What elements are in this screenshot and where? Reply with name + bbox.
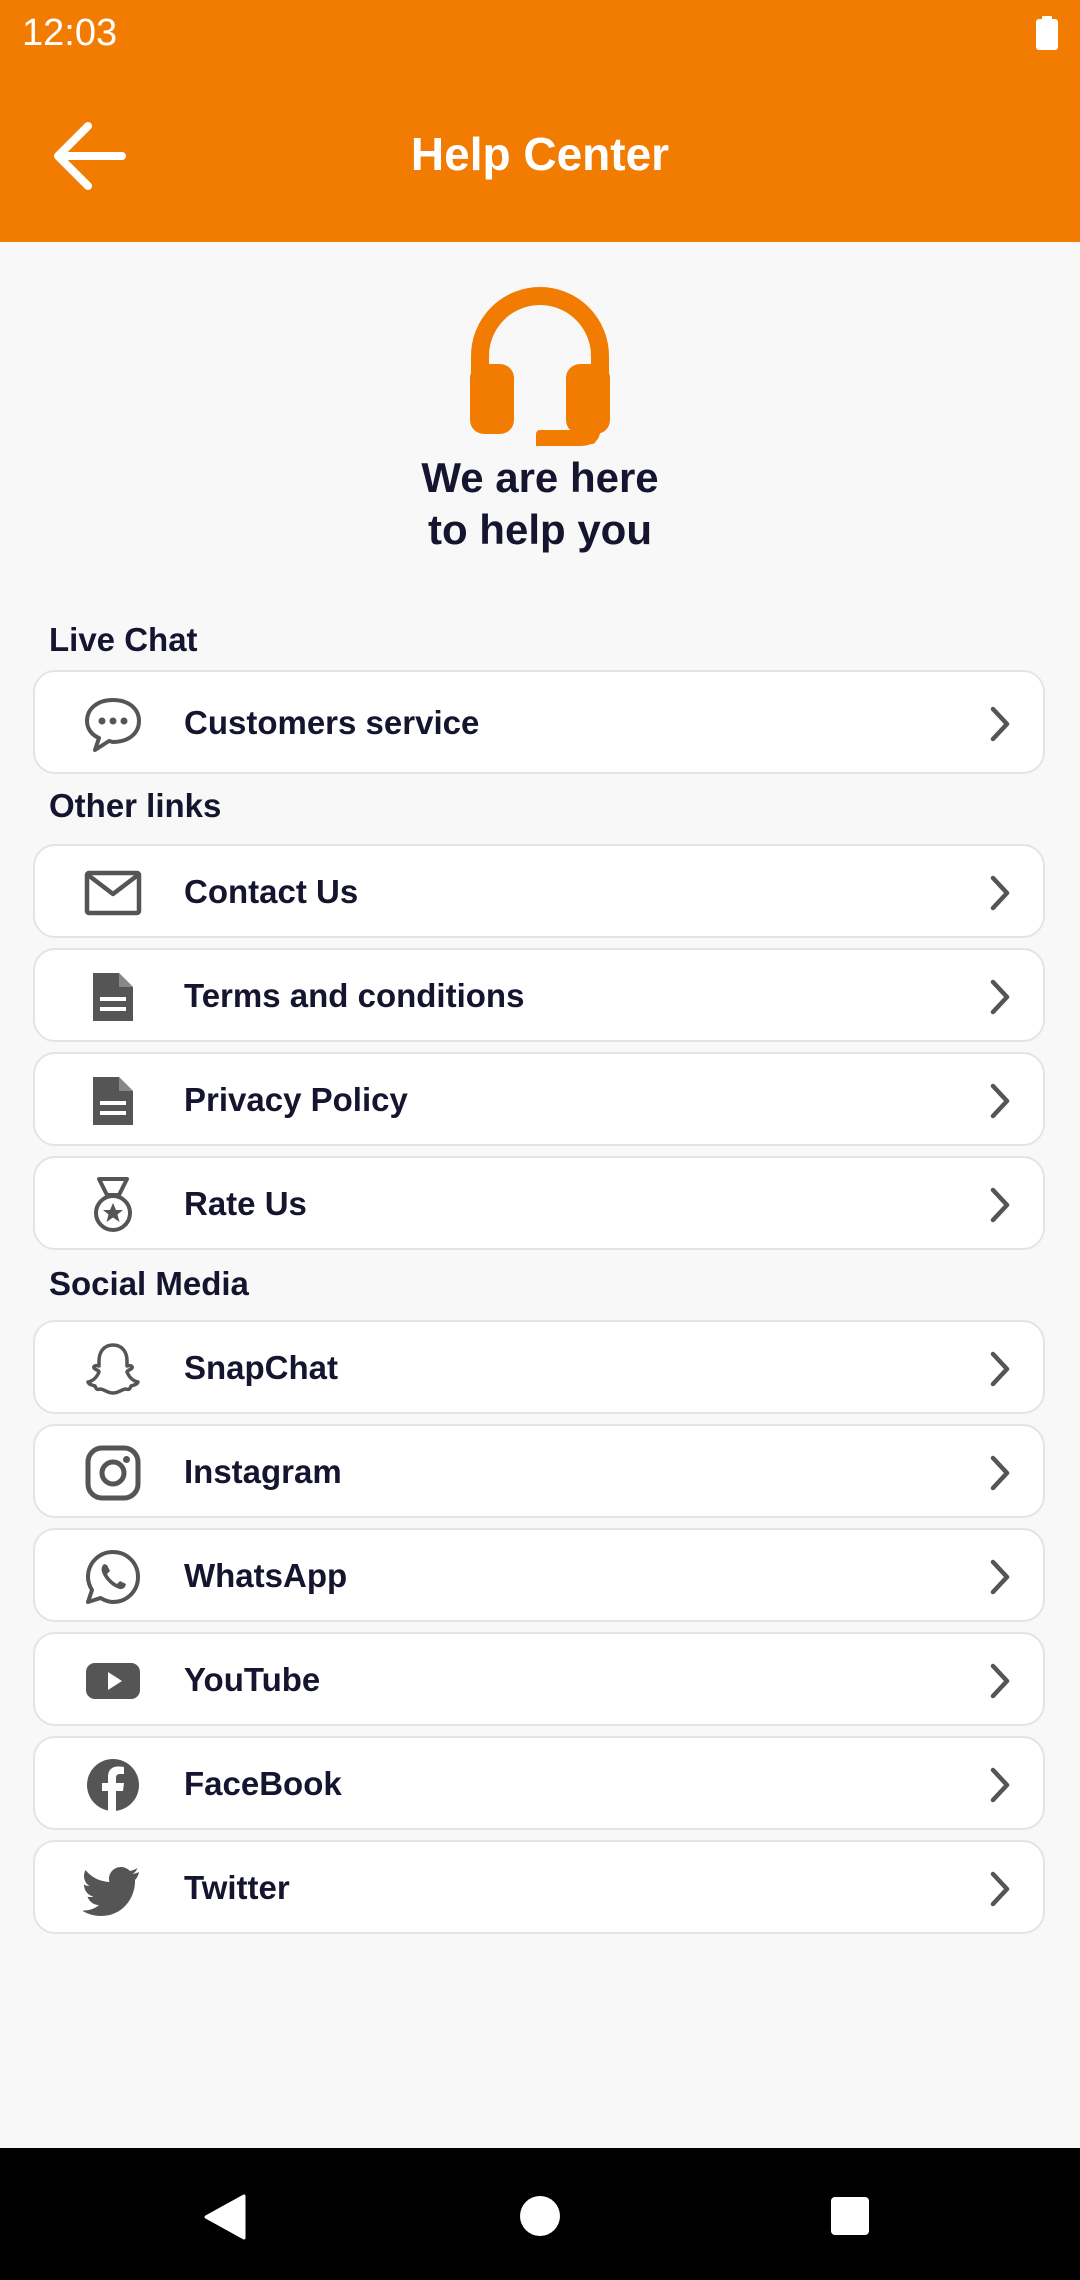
mail-icon [84, 870, 142, 916]
row-instagram[interactable]: Instagram [33, 1424, 1045, 1518]
section-title-other-links: Other links [49, 787, 222, 824]
row-label: Contact Us [184, 873, 359, 910]
row-label: SnapChat [184, 1349, 339, 1386]
hero-line-1: We are here [421, 454, 659, 501]
row-snapchat[interactable]: SnapChat [33, 1320, 1045, 1414]
system-navigation-bar [0, 2148, 1080, 2280]
chevron-right-icon [990, 1455, 1010, 1491]
row-label: Twitter [184, 1869, 290, 1906]
chevron-right-icon [990, 1767, 1010, 1803]
row-facebook[interactable]: FaceBook [33, 1736, 1045, 1830]
status-time: 12:03 [22, 12, 118, 54]
chevron-right-icon [990, 1083, 1010, 1119]
row-contact-us[interactable]: Contact Us [33, 844, 1045, 938]
twitter-icon [83, 1867, 139, 1916]
nav-home-icon[interactable] [518, 2194, 562, 2238]
row-label: Privacy Policy [184, 1081, 408, 1118]
row-label: FaceBook [184, 1765, 342, 1802]
page-title: Help Center [410, 128, 670, 180]
row-terms-and-conditions[interactable]: Terms and conditions [33, 948, 1045, 1042]
chevron-right-icon [990, 1187, 1010, 1223]
facebook-icon [87, 1759, 139, 1811]
nav-back-icon[interactable] [202, 2194, 248, 2240]
chevron-right-icon [990, 1663, 1010, 1699]
whatsapp-icon [86, 1550, 140, 1604]
chevron-right-icon [990, 1351, 1010, 1387]
battery-icon [1036, 16, 1058, 50]
row-rate-us[interactable]: Rate Us [33, 1156, 1045, 1250]
status-bar: 12:03 [0, 0, 1080, 66]
row-youtube[interactable]: YouTube [33, 1632, 1045, 1726]
section-title-live-chat: Live Chat [49, 621, 198, 658]
chevron-right-icon [990, 706, 1010, 742]
headset-icon [470, 287, 610, 446]
app-bar: Help Center [0, 66, 1080, 242]
row-privacy-policy[interactable]: Privacy Policy [33, 1052, 1045, 1146]
hero-heading: We are here to help you [240, 452, 840, 556]
snapchat-icon [86, 1343, 140, 1395]
row-whatsapp[interactable]: WhatsApp [33, 1528, 1045, 1622]
row-customers-service[interactable]: Customers service [33, 670, 1045, 774]
document-icon [93, 1077, 133, 1125]
chevron-right-icon [990, 1559, 1010, 1595]
medal-icon [94, 1177, 132, 1232]
row-label: WhatsApp [184, 1557, 348, 1594]
hero-line-2: to help you [428, 506, 652, 553]
chevron-right-icon [990, 875, 1010, 911]
row-label: Customers service [184, 704, 480, 741]
instagram-icon [85, 1445, 141, 1501]
row-label: Rate Us [184, 1185, 307, 1222]
row-label: Terms and conditions [184, 977, 525, 1014]
youtube-icon [86, 1663, 140, 1699]
chevron-right-icon [990, 979, 1010, 1015]
row-label: YouTube [184, 1661, 321, 1698]
row-twitter[interactable]: Twitter [33, 1840, 1045, 1934]
row-label: Instagram [184, 1453, 342, 1490]
chevron-right-icon [990, 1871, 1010, 1907]
section-title-social-media: Social Media [49, 1265, 249, 1302]
document-icon [93, 973, 133, 1021]
nav-recents-icon[interactable] [830, 2196, 870, 2236]
chat-icon [85, 698, 141, 752]
